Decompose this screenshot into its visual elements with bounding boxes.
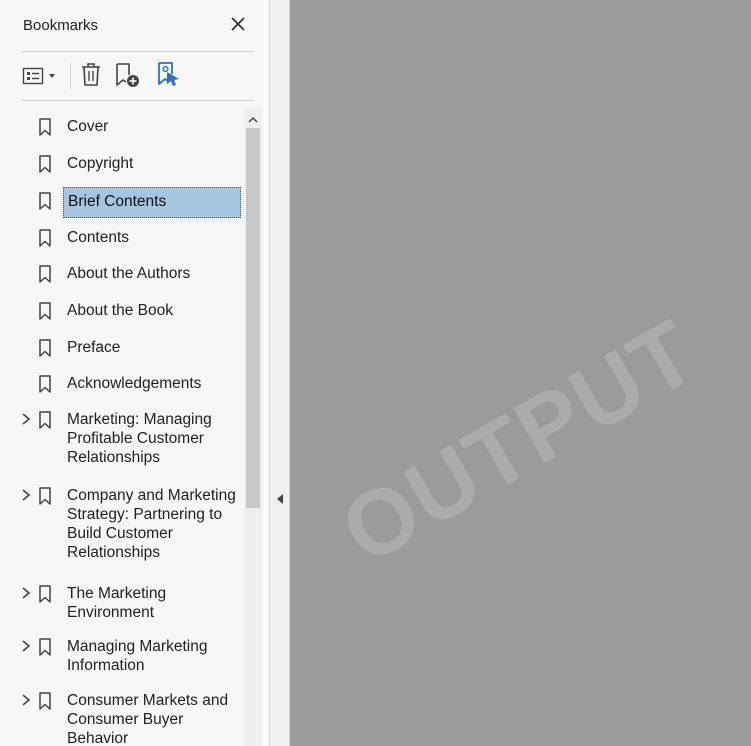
bookmark-item-acknowledgements[interactable]: Acknowledgements [0, 373, 244, 395]
new-bookmark-icon[interactable] [114, 62, 142, 93]
bookmark-icon [38, 411, 52, 429]
toolbar-separator [70, 63, 71, 89]
trash-icon[interactable] [80, 62, 102, 93]
bookmarks-panel: Bookmarks Cover Copyright Brief Contents… [0, 0, 270, 746]
panel-header: Bookmarks [0, 0, 270, 52]
bookmark-label-selected[interactable]: Brief Contents [63, 187, 241, 218]
expand-chevron-icon[interactable] [19, 586, 33, 600]
bookmark-tree: Cover Copyright Brief Contents Contents [0, 108, 244, 746]
bookmark-label[interactable]: Cover [63, 117, 241, 136]
find-current-bookmark-icon[interactable] [155, 60, 183, 93]
bookmark-item-about-authors[interactable]: About the Authors [0, 263, 244, 285]
scroll-up-arrow-icon[interactable] [248, 112, 258, 123]
bookmark-label[interactable]: Acknowledgements [63, 374, 241, 393]
bookmark-icon [38, 192, 52, 210]
expand-chevron-icon[interactable] [19, 693, 33, 707]
bookmark-label[interactable]: Managing Marketing Information [63, 637, 241, 675]
collapse-panel-arrow-icon[interactable] [276, 492, 284, 504]
bookmark-item-chapter-4[interactable]: Managing Marketing Information [0, 636, 244, 680]
bookmark-item-chapter-3[interactable]: The Marketing Environment [0, 583, 244, 627]
bookmark-item-copyright[interactable]: Copyright [0, 153, 244, 175]
bookmark-icon [38, 118, 52, 136]
bookmark-label[interactable]: Consumer Markets and Consumer Buyer Beha… [63, 691, 241, 746]
bookmark-icon [38, 302, 52, 320]
document-view[interactable]: OUTPUT [290, 0, 751, 746]
bookmark-item-about-book[interactable]: About the Book [0, 300, 244, 322]
bookmark-label[interactable]: About the Authors [63, 264, 241, 283]
bookmark-icon [38, 375, 52, 393]
bookmark-item-brief-contents[interactable]: Brief Contents [0, 187, 244, 219]
bookmark-label[interactable]: Preface [63, 338, 241, 357]
options-menu-icon[interactable] [22, 65, 64, 92]
bookmark-label[interactable]: Copyright [63, 154, 241, 173]
bookmark-icon [38, 638, 52, 656]
toolbar-divider [21, 100, 254, 101]
bookmark-icon [38, 339, 52, 357]
bookmarks-toolbar [0, 52, 270, 100]
bookmark-icon [38, 265, 52, 283]
bookmark-label[interactable]: Company and Marketing Strategy: Partneri… [63, 486, 244, 562]
bookmark-item-chapter-1[interactable]: Marketing: Managing Profitable Customer … [0, 409, 244, 475]
close-icon[interactable] [228, 14, 248, 34]
bookmark-item-contents[interactable]: Contents [0, 227, 244, 249]
expand-chevron-icon[interactable] [19, 488, 33, 502]
expand-chevron-icon[interactable] [19, 412, 33, 426]
bookmark-label[interactable]: Marketing: Managing Profitable Customer … [63, 410, 241, 467]
panel-collapse-strip [270, 0, 290, 746]
bookmark-icon [38, 585, 52, 603]
bookmark-label[interactable]: About the Book [63, 301, 241, 320]
expand-chevron-icon[interactable] [19, 639, 33, 653]
scrollbar-thumb[interactable] [246, 128, 260, 508]
panel-title: Bookmarks [23, 17, 99, 34]
bookmark-icon [38, 487, 52, 505]
bookmark-icon [38, 155, 52, 173]
bookmarks-scrollbar[interactable] [244, 108, 262, 746]
bookmark-label[interactable]: The Marketing Environment [63, 584, 241, 622]
bookmark-icon [38, 692, 52, 710]
watermark-text: OUTPUT [325, 300, 715, 584]
bookmark-item-cover[interactable]: Cover [0, 116, 244, 138]
bookmark-item-preface[interactable]: Preface [0, 337, 244, 359]
bookmark-icon [38, 229, 52, 247]
bookmark-label[interactable]: Contents [63, 228, 241, 247]
bookmark-item-chapter-5[interactable]: Consumer Markets and Consumer Buyer Beha… [0, 690, 244, 746]
bookmark-item-chapter-2[interactable]: Company and Marketing Strategy: Partneri… [0, 485, 244, 571]
